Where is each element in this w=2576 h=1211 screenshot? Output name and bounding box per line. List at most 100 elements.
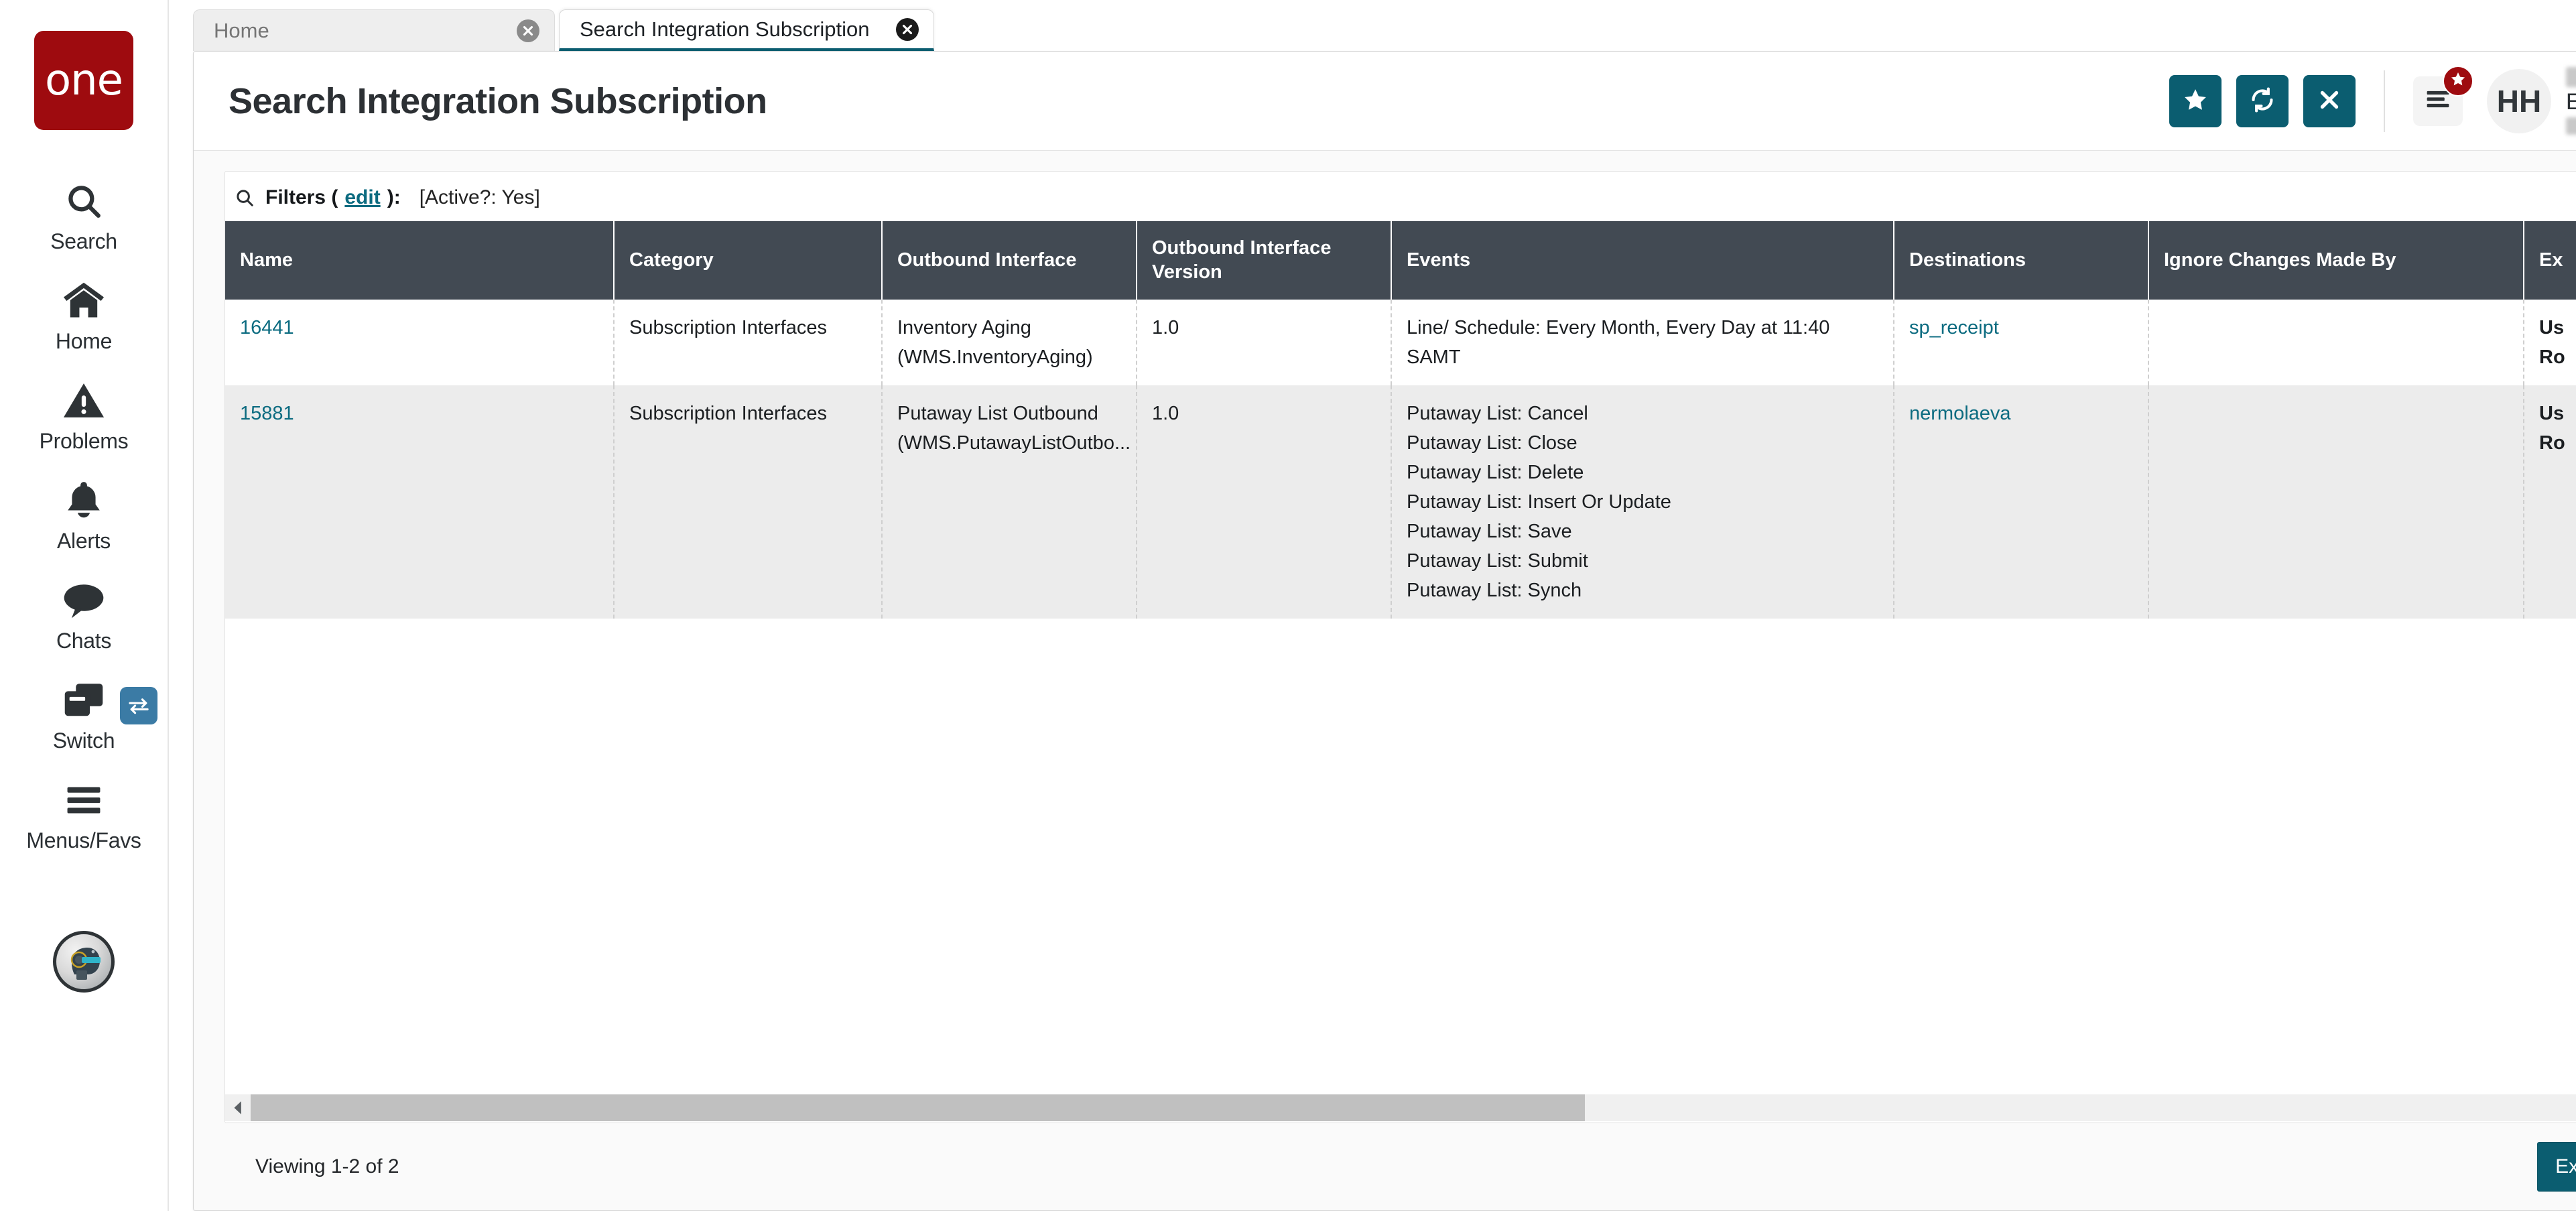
close-circle-icon[interactable] xyxy=(517,19,539,42)
cell-extra-truncated: Us Ro xyxy=(2524,300,2576,385)
browser-tab-bar: Home Search Integration Subscription xyxy=(169,0,2576,51)
destination-link[interactable]: nermolaeva xyxy=(1909,403,2011,424)
sidebar-item-label: Chats xyxy=(56,629,111,653)
switch-windows-icon xyxy=(0,676,168,724)
sidebar-item-switch[interactable]: Switch xyxy=(0,664,168,764)
cell-name: 15881 xyxy=(225,385,614,619)
sidebar-item-chats[interactable]: Chats xyxy=(0,564,168,664)
filters-label-close: ): xyxy=(387,186,401,209)
column-header-events[interactable]: Events xyxy=(1391,221,1894,300)
destination-link[interactable]: sp_receipt xyxy=(1909,317,1999,338)
event-line: Putaway List: Synch xyxy=(1407,576,1878,605)
scrollbar-track[interactable] xyxy=(251,1094,2576,1121)
sidebar-item-label: Menus/Favs xyxy=(26,828,141,853)
event-line: Putaway List: Save xyxy=(1407,517,1878,546)
cell-category: Subscription Interfaces xyxy=(614,300,882,385)
star-icon xyxy=(2183,87,2208,115)
tab-search-integration-subscription[interactable]: Search Integration Subscription xyxy=(559,9,934,51)
warning-triangle-icon xyxy=(0,377,168,425)
search-icon xyxy=(235,188,255,208)
extra-line: Ro xyxy=(2539,428,2576,458)
table-header-row: Name Category Outbound Interface Outboun… xyxy=(225,221,2576,300)
sidebar-item-problems[interactable]: Problems xyxy=(0,365,168,464)
favorite-button[interactable] xyxy=(2169,75,2221,127)
sidebar-item-search[interactable]: Search xyxy=(0,165,168,265)
bell-icon xyxy=(0,476,168,525)
user-org-redacted: ██████████ xyxy=(2566,117,2576,135)
cell-outbound-interface: Inventory Aging (WMS.InventoryAging) xyxy=(882,300,1137,385)
event-line: Line/ Schedule: Every Month, Every Day a… xyxy=(1407,313,1878,372)
avatar[interactable]: HH xyxy=(2487,69,2551,133)
filters-active-value: [Active?: Yes] xyxy=(420,186,540,209)
hamburger-icon xyxy=(0,776,168,824)
cell-outbound-interface: Putaway List Outbound (WMS.PutawayListOu… xyxy=(882,385,1137,619)
export-to-csv-button[interactable]: Export to CSV xyxy=(2537,1142,2576,1192)
cell-destinations: sp_receipt xyxy=(1894,300,2148,385)
viewing-count: Viewing 1-2 of 2 xyxy=(255,1155,399,1178)
table-row[interactable]: 15881 Subscription Interfaces Putaway Li… xyxy=(225,385,2576,619)
page-footer: Viewing 1-2 of 2 Export to CSV Add Subsc… xyxy=(224,1123,2576,1210)
hamburger-icon xyxy=(2426,89,2450,113)
scrollbar-thumb[interactable] xyxy=(251,1094,1585,1121)
results-panel: Filters ( edit ): [Active?: Yes] xyxy=(224,171,2576,1123)
cell-events: Putaway List: Cancel Putaway List: Close… xyxy=(1391,385,1894,619)
horizontal-scrollbar[interactable] xyxy=(225,1093,2576,1123)
tab-home[interactable]: Home xyxy=(193,9,555,51)
page-header: Search Integration Subscription xyxy=(194,52,2576,151)
one-network-logo[interactable]: one xyxy=(34,31,133,130)
user-info: ████████ ████████ Enterprise Admin █████… xyxy=(2566,67,2576,135)
main-region: Home Search Integration Subscription xyxy=(169,0,2576,1211)
extra-line: Ro xyxy=(2539,342,2576,372)
event-line: Putaway List: Delete xyxy=(1407,458,1878,487)
column-header-extra-truncated[interactable]: Ex xyxy=(2524,221,2576,300)
cell-ignore-changes-made-by xyxy=(2148,300,2524,385)
cell-events: Line/ Schedule: Every Month, Every Day a… xyxy=(1391,300,1894,385)
search-icon xyxy=(0,177,168,225)
column-header-outbound-interface-version[interactable]: Outbound Interface Version xyxy=(1137,221,1391,300)
subscriptions-table: Name Category Outbound Interface Outboun… xyxy=(225,221,2576,619)
x-icon xyxy=(2317,88,2341,114)
extra-line: Us xyxy=(2539,313,2576,342)
cell-category: Subscription Interfaces xyxy=(614,385,882,619)
favorites-badge xyxy=(2443,66,2473,97)
sidebar-item-menus-favs[interactable]: Menus/Favs xyxy=(0,764,168,864)
refresh-button[interactable] xyxy=(2236,75,2289,127)
chevron-left-icon[interactable] xyxy=(225,1094,251,1121)
user-role: Enterprise Admin xyxy=(2566,90,2576,115)
cell-outbound-interface-version: 1.0 xyxy=(1137,300,1391,385)
results-table-scroll-area[interactable]: Name Category Outbound Interface Outboun… xyxy=(225,221,2576,1093)
page-title: Search Integration Subscription xyxy=(229,80,2169,122)
event-line: Putaway List: Cancel xyxy=(1407,399,1878,428)
close-button[interactable] xyxy=(2303,75,2356,127)
filters-edit-link[interactable]: edit xyxy=(344,186,380,209)
header-divider xyxy=(2384,70,2385,132)
sidebar-item-home[interactable]: Home xyxy=(0,265,168,365)
robot-head-glyph xyxy=(63,941,105,982)
column-header-outbound-interface[interactable]: Outbound Interface xyxy=(882,221,1137,300)
robot-assistant-avatar[interactable] xyxy=(53,931,115,993)
cell-destinations: nermolaeva xyxy=(1894,385,2148,619)
filters-label: Filters ( xyxy=(265,186,338,209)
refresh-icon xyxy=(2250,87,2275,115)
sidebar-item-label: Problems xyxy=(40,429,129,454)
extra-line: Us xyxy=(2539,399,2576,428)
sidebar-item-label: Alerts xyxy=(57,529,111,554)
sidebar-item-label: Search xyxy=(50,229,117,254)
subscription-name-link[interactable]: 15881 xyxy=(240,403,294,424)
tab-label: Home xyxy=(214,19,269,43)
column-header-category[interactable]: Category xyxy=(614,221,882,300)
table-row[interactable]: 16441 Subscription Interfaces Inventory … xyxy=(225,300,2576,385)
sidebar-item-label: Switch xyxy=(53,728,115,753)
column-header-destinations[interactable]: Destinations xyxy=(1894,221,2148,300)
subscription-name-link[interactable]: 16441 xyxy=(240,317,294,338)
home-icon xyxy=(0,277,168,325)
close-circle-icon[interactable] xyxy=(896,18,919,41)
page-body: Filters ( edit ): [Active?: Yes] xyxy=(194,151,2576,1210)
menus-favs-button[interactable] xyxy=(2413,76,2463,126)
sidebar-item-alerts[interactable]: Alerts xyxy=(0,464,168,564)
event-line: Putaway List: Close xyxy=(1407,428,1878,458)
cell-outbound-interface-version: 1.0 xyxy=(1137,385,1391,619)
column-header-ignore-changes-made-by[interactable]: Ignore Changes Made By xyxy=(2148,221,2524,300)
swap-arrows-icon[interactable] xyxy=(120,687,157,724)
column-header-name[interactable]: Name xyxy=(225,221,614,300)
